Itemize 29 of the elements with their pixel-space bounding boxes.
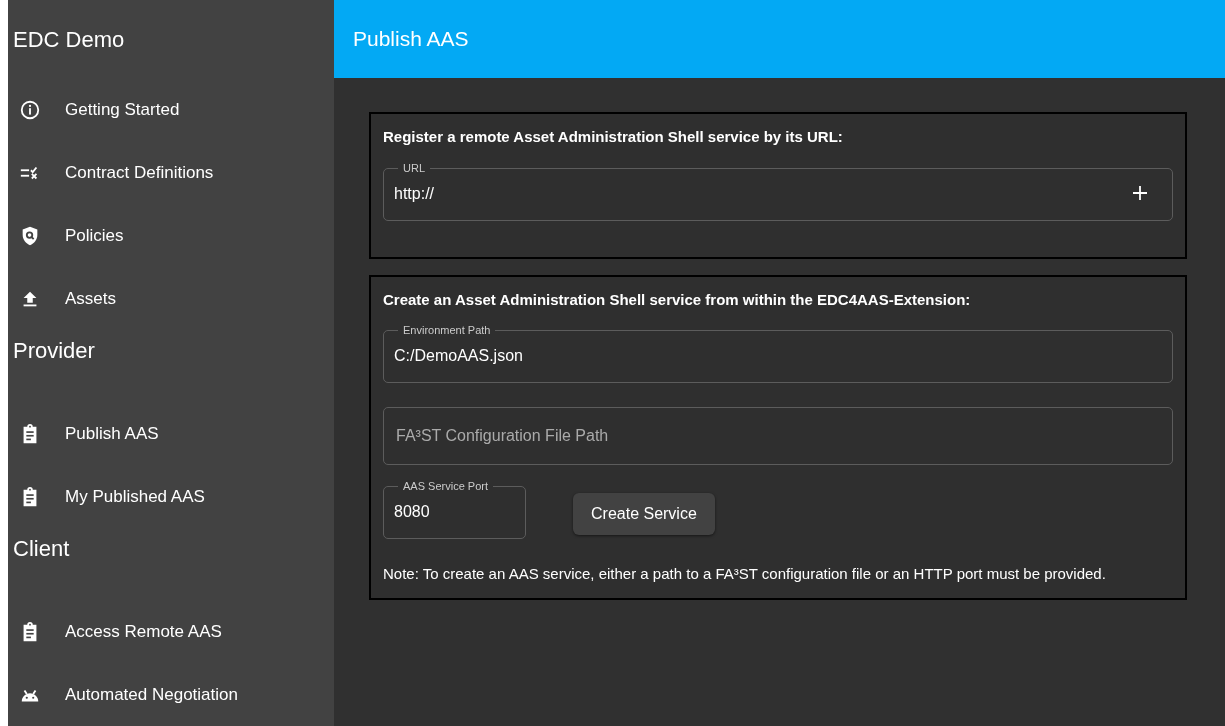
section-heading: Provider bbox=[13, 338, 95, 363]
add-icon[interactable] bbox=[1132, 184, 1148, 201]
card-heading: Register a remote Asset Administration Shell service by its URL: bbox=[383, 127, 844, 147]
nav-link[interactable]: Policies bbox=[8, 204, 334, 267]
input-field[interactable]: FA³ST Configuration File Path bbox=[383, 407, 1173, 465]
create-service-button[interactable]: Create Service bbox=[573, 493, 715, 535]
field-label: AAS Service Port bbox=[402, 481, 489, 492]
nav-link[interactable]: Contract Definitions bbox=[8, 141, 334, 204]
input-field[interactable]: AAS Service Port 8080 bbox=[383, 481, 526, 539]
nav-link[interactable]: Publish AAS bbox=[8, 402, 334, 465]
text-input[interactable]: FA³ST Configuration File Path bbox=[394, 423, 1162, 449]
field-label: Environment Path bbox=[402, 325, 492, 336]
text-input[interactable]: C:/DemoAAS.json bbox=[394, 336, 1162, 374]
text-input[interactable]: 8080 bbox=[394, 492, 515, 530]
field-label: URL bbox=[402, 162, 426, 174]
card-heading: Create an Asset Administration Shell service from within the EDC4AAS-Extension: bbox=[383, 289, 972, 310]
nav-link[interactable]: Access Remote AAS bbox=[8, 600, 334, 663]
input-field[interactable]: Environment Path C:/DemoAAS.json bbox=[383, 325, 1173, 383]
nav-link[interactable]: Assets bbox=[8, 267, 334, 330]
text-input[interactable]: http:// bbox=[394, 173, 1132, 212]
note-text: Note: To create an AAS service, either a path to a FA³ST configuration file or an HTTP port must be provided. bbox=[383, 564, 1107, 584]
header-bar: Publish AAS bbox=[334, 0, 1225, 78]
nav-link[interactable]: Automated Negotiation bbox=[8, 663, 334, 726]
app-title: EDC Demo bbox=[13, 25, 125, 54]
section-heading: Client bbox=[13, 536, 70, 561]
nav-link[interactable]: Getting Started bbox=[8, 78, 334, 141]
info-icon bbox=[19, 98, 41, 121]
url-field[interactable]: URL http:// bbox=[383, 162, 1173, 221]
nav-link[interactable]: My Published AAS bbox=[8, 465, 334, 528]
